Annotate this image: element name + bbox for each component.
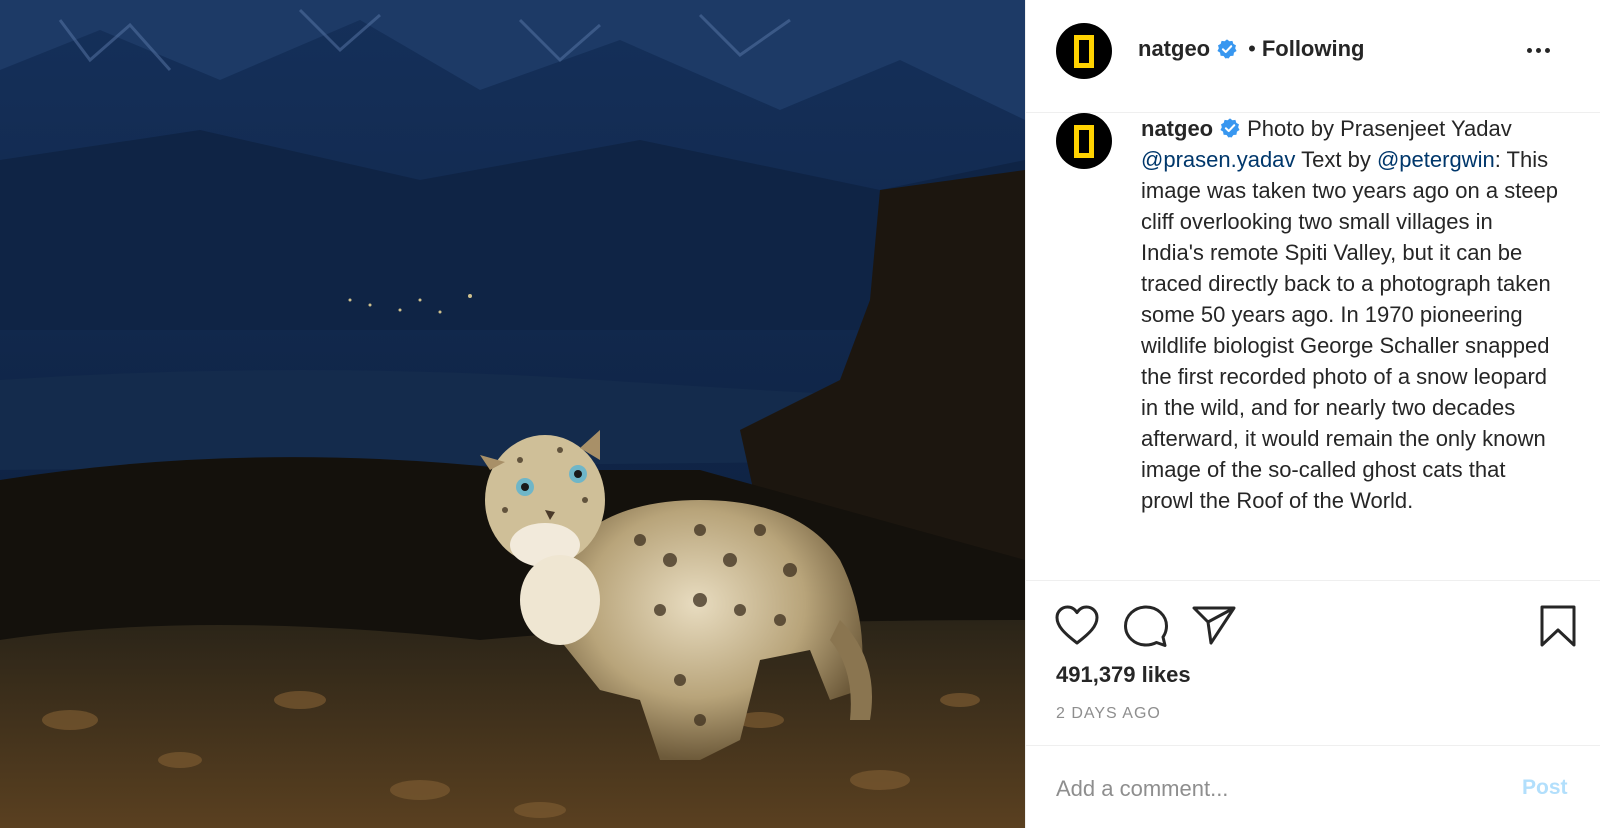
post-timestamp[interactable]: 2 DAYS AGO <box>1056 705 1161 723</box>
account-handle-row: natgeo • Following <box>1138 36 1364 62</box>
mention-writer-link[interactable]: @petergwin <box>1377 147 1495 172</box>
post-header: natgeo • Following <box>1026 0 1600 113</box>
post-caption: natgeo Photo by Prasenjeet Yadav @prasen.… <box>1141 113 1561 516</box>
comment-bar: Post <box>1026 745 1600 828</box>
post-actions <box>1026 582 1600 652</box>
snow-leopard-photo <box>0 0 1025 828</box>
paper-plane-icon[interactable] <box>1191 604 1237 646</box>
natgeo-logo-icon <box>1074 124 1094 158</box>
following-button[interactable]: Following <box>1262 36 1365 62</box>
bookmark-icon[interactable] <box>1539 604 1577 648</box>
natgeo-logo-icon <box>1074 34 1094 68</box>
caption-text-by: Text by <box>1301 147 1371 172</box>
caption-body: This image was taken two years ago on a … <box>1141 147 1559 513</box>
account-username[interactable]: natgeo <box>1138 36 1210 62</box>
post-comment-button[interactable]: Post <box>1522 776 1568 800</box>
more-options-icon[interactable] <box>1520 36 1556 64</box>
separator-dot: • <box>1248 36 1256 61</box>
comment-input[interactable] <box>1056 772 1496 806</box>
verified-badge-icon <box>1220 118 1240 138</box>
heart-icon[interactable] <box>1054 604 1100 646</box>
post-photo[interactable] <box>0 0 1025 828</box>
post-panel: natgeo • Following natgeo Photo by Prasen… <box>1025 0 1600 828</box>
account-avatar[interactable] <box>1056 23 1112 79</box>
verified-badge-icon <box>1217 39 1237 59</box>
caption-lead: Photo by Prasenjeet Yadav <box>1247 116 1512 141</box>
caption-section: natgeo Photo by Prasenjeet Yadav @prasen.… <box>1026 113 1600 581</box>
caption-avatar[interactable] <box>1056 113 1112 169</box>
comment-icon[interactable] <box>1123 604 1169 648</box>
caption-colon: : <box>1494 147 1501 172</box>
caption-username[interactable]: natgeo <box>1141 116 1213 141</box>
mention-photographer-link[interactable]: @prasen.yadav <box>1141 147 1295 172</box>
likes-count[interactable]: 491,379 likes <box>1056 662 1191 688</box>
